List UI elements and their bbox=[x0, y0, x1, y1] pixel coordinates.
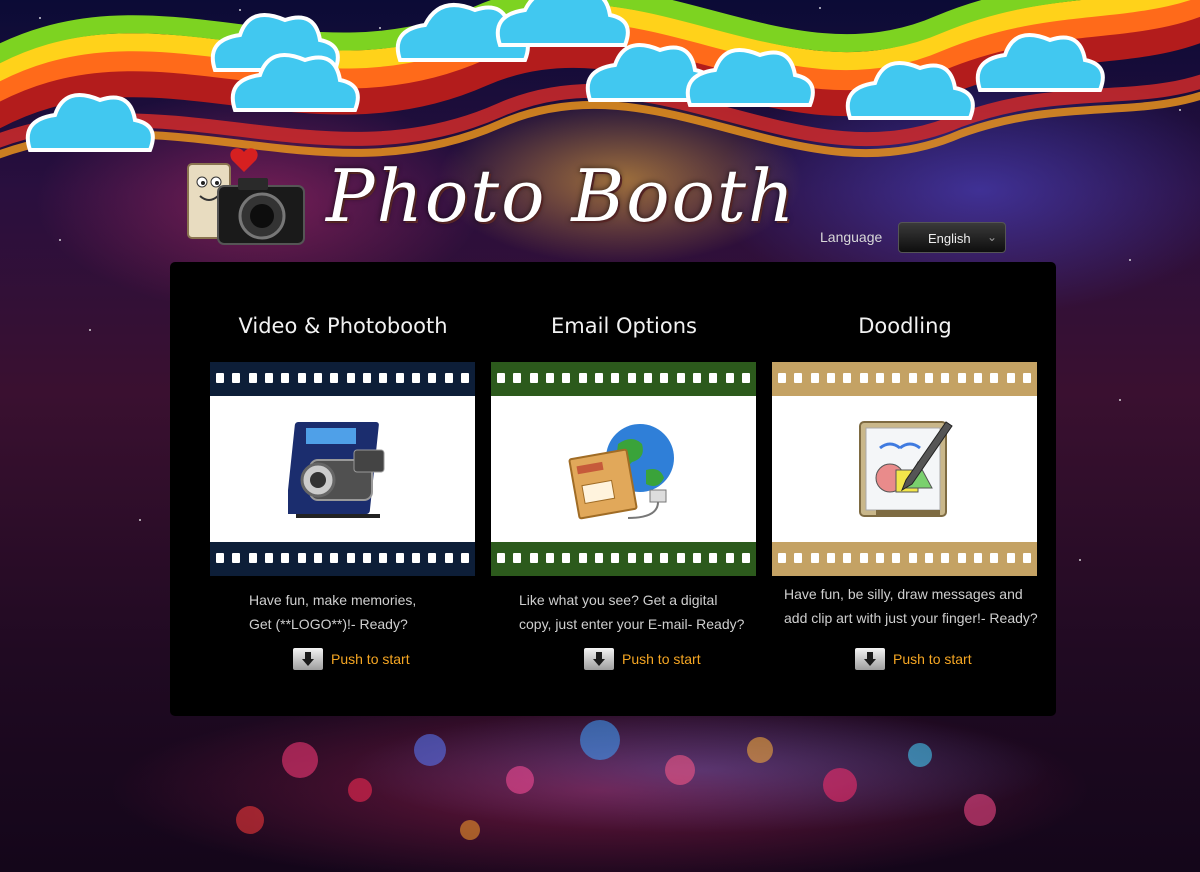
card-description: Have fun, be silly, draw messages and ad… bbox=[784, 586, 1038, 626]
card-description: Like what you see? Get a digital copy, j… bbox=[519, 592, 745, 632]
language-dropdown[interactable]: English ⌄ bbox=[898, 222, 1006, 253]
card-description: Have fun, make memories, Get (**LOGO**)!… bbox=[249, 592, 417, 632]
bokeh-lights-decoration bbox=[236, 720, 996, 840]
download-arrow-icon bbox=[584, 648, 614, 670]
video-camera-icon bbox=[287, 422, 384, 518]
app-title: Photo Booth bbox=[326, 154, 797, 238]
drawing-icon bbox=[858, 421, 953, 517]
film-strip-thumbnail[interactable] bbox=[772, 362, 1037, 576]
photo-booth-logo bbox=[187, 148, 305, 245]
card-title: Doodling bbox=[858, 314, 952, 338]
film-strip-thumbnail[interactable] bbox=[210, 362, 475, 576]
download-arrow-icon bbox=[855, 648, 885, 670]
film-strip-thumbnail[interactable] bbox=[491, 362, 756, 576]
language-selected-value: English bbox=[928, 231, 971, 246]
main-panel: Video & Photobooth Have fun, make memori… bbox=[170, 262, 1056, 716]
chevron-down-icon: ⌄ bbox=[986, 230, 997, 244]
card-title: Video & Photobooth bbox=[238, 314, 448, 338]
language-label: Language bbox=[820, 229, 883, 245]
download-arrow-icon bbox=[293, 648, 323, 670]
email-globe-icon bbox=[568, 424, 674, 520]
card-title: Email Options bbox=[551, 314, 697, 338]
